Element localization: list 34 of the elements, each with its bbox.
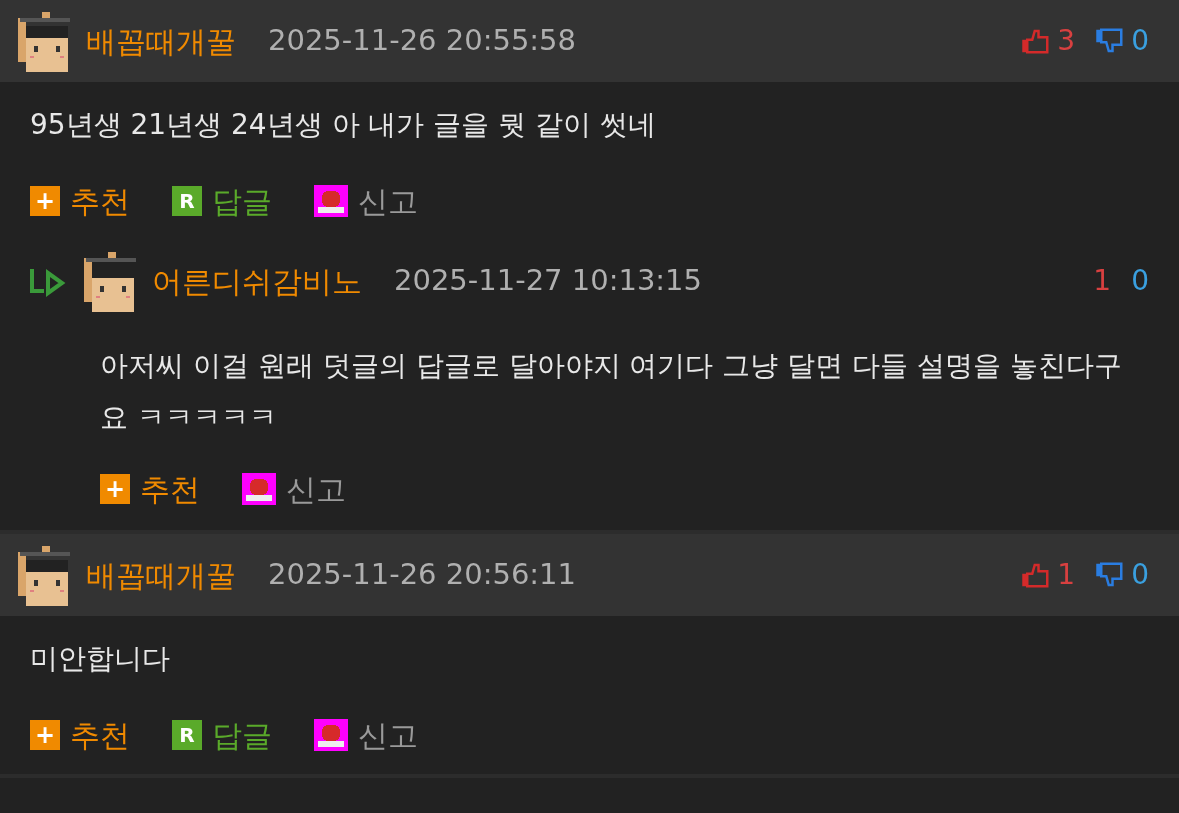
siren-icon [242, 473, 276, 505]
comment-text: 미안합니다 [30, 641, 171, 677]
timestamp: 2025-11-26 20:55:58 [268, 22, 576, 60]
downvote-count: 0 [1131, 23, 1149, 59]
reply-r-icon: R [172, 186, 202, 216]
plus-icon: + [30, 720, 60, 750]
reply-button[interactable]: R 답글 [172, 178, 272, 224]
downvote-count: 0 [1131, 263, 1149, 299]
comment-text: 아저씨 이걸 원래 덧글의 답글로 달아야지 여기다 그냥 달면 다들 설명을 놓친다구요 ㅋㅋㅋㅋㅋ [100, 348, 1123, 436]
username[interactable]: 배꼽때개꿀 [86, 18, 236, 64]
siren-icon [314, 185, 348, 217]
comment-text: 95년생 21년생 24년생 아 내가 글을 뭣 같이 썻네 [30, 107, 658, 143]
avatar-icon [16, 10, 72, 72]
recommend-button[interactable]: + 추천 [100, 466, 200, 512]
timestamp: 2025-11-27 10:13:15 [394, 262, 702, 300]
recommend-button[interactable]: + 추천 [30, 178, 130, 224]
report-button[interactable]: 신고 [314, 712, 418, 758]
timestamp: 2025-11-26 20:56:11 [268, 556, 576, 594]
upvote-count: 3 [1057, 23, 1076, 59]
avatar-icon [82, 250, 138, 312]
reply-r-icon: R [172, 720, 202, 750]
plus-icon: + [100, 474, 130, 504]
downvote-count: 0 [1131, 557, 1149, 593]
reply-button[interactable]: R 답글 [172, 712, 272, 758]
upvote-count: 1 [1093, 263, 1112, 299]
siren-icon [314, 719, 348, 751]
avatar-icon [16, 544, 72, 606]
report-button[interactable]: 신고 [314, 178, 418, 224]
recommend-button[interactable]: + 추천 [30, 712, 130, 758]
plus-icon: + [30, 186, 60, 216]
report-button[interactable]: 신고 [242, 466, 346, 512]
upvote-count: 1 [1057, 557, 1076, 593]
username[interactable]: 어른디쉬감비노 [152, 258, 362, 304]
username[interactable]: 배꼽때개꿀 [86, 552, 236, 598]
